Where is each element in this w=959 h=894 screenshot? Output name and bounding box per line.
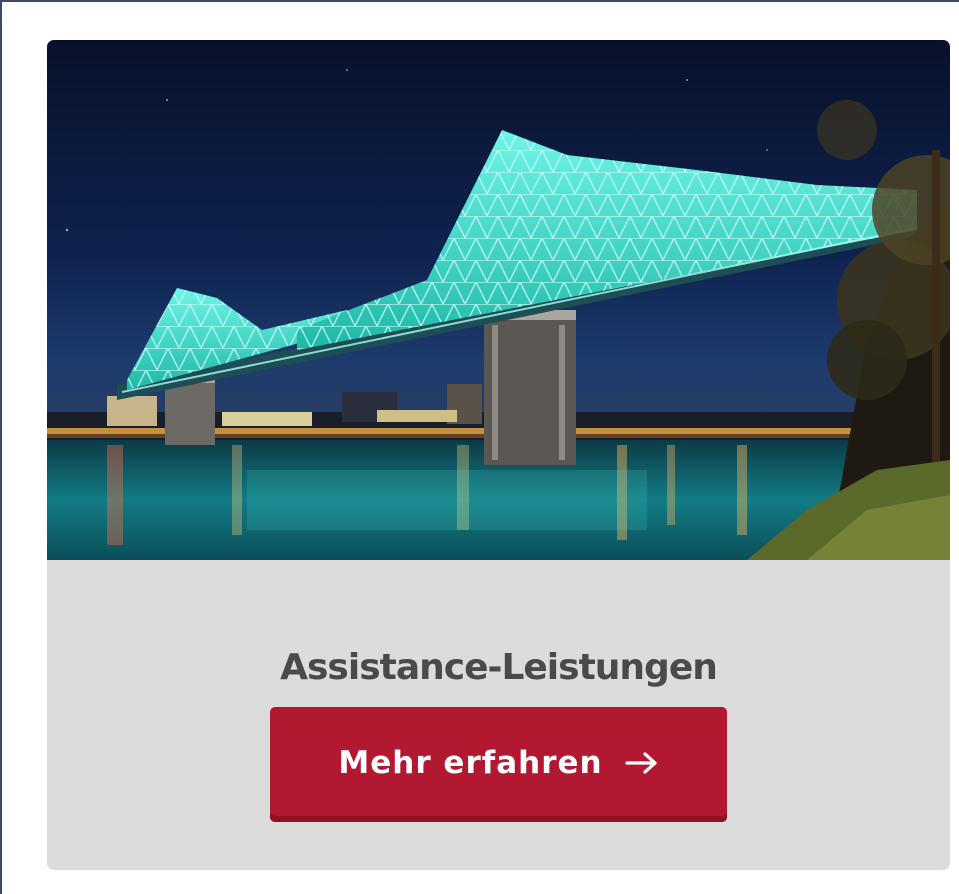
service-card: Assistance-Leistungen Mehr erfahren [47,40,950,870]
learn-more-label: Mehr erfahren [338,744,603,781]
card-title: Assistance-Leistungen [280,647,718,688]
bridge-night-photo [47,40,950,560]
page-frame: Assistance-Leistungen Mehr erfahren [0,0,959,894]
learn-more-button[interactable]: Mehr erfahren [270,707,727,822]
arrow-right-icon [624,751,657,774]
